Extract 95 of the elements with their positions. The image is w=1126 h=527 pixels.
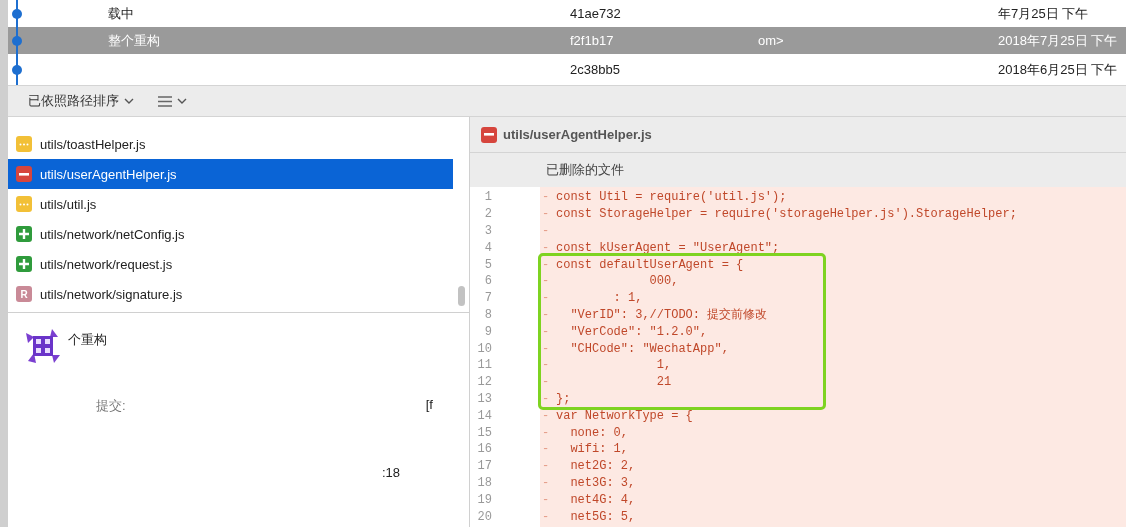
removed-line-marker: -: [542, 274, 551, 289]
renamed-file-icon: R: [16, 286, 32, 302]
commit-date: 2018年6月25日 下午: [998, 61, 1118, 77]
code-line: : 1,: [612, 291, 643, 306]
code-line: net5G: 5,: [569, 509, 636, 524]
removed-line-marker: -: [542, 207, 551, 222]
chevron-down-icon: [124, 97, 134, 105]
code-line: const Util = require('util.js');: [556, 190, 787, 205]
commit-label: 提交:: [96, 397, 126, 415]
line-number: 6: [483, 274, 492, 289]
removed-line-marker: -: [542, 391, 551, 406]
removed-line-marker: -: [542, 324, 551, 339]
list-icon: [158, 95, 172, 107]
code-line: var NetworkType = {: [556, 408, 693, 423]
commit-hash: f2f1b17: [570, 33, 614, 48]
list-view-dropdown[interactable]: [156, 93, 189, 109]
line-number: 8: [483, 307, 492, 322]
line-number: 9: [483, 324, 492, 339]
removed-line-marker: -: [542, 459, 551, 474]
code-line: net2G: 2,: [569, 459, 636, 474]
removed-line-marker: -: [542, 190, 551, 205]
line-number: 10: [476, 341, 492, 356]
commit-row[interactable]: 载中 41ae732 年7月25日 下午: [8, 0, 1126, 27]
line-number: 20: [476, 509, 492, 524]
commit-message: 整个重构: [108, 32, 160, 48]
removed-line-marker: -: [542, 257, 551, 272]
removed-line-marker: -: [542, 291, 551, 306]
file-list-item[interactable]: utils/network/netConfig.js: [8, 219, 453, 249]
removed-line-marker: -: [542, 509, 551, 524]
modified-file-icon: [16, 196, 32, 212]
diff-file-name: utils/userAgentHelper.js: [503, 127, 652, 142]
code-line: "CHCode": "WechatApp",: [569, 341, 729, 356]
commit-time: :18: [382, 465, 401, 480]
line-number: 15: [476, 425, 492, 440]
commit-date: 年7月25日 下午: [998, 5, 1089, 21]
code-line: "VerID": 3,//TODO: 提交前修改: [569, 307, 768, 324]
code-line: none: 0,: [569, 425, 628, 440]
commit-message: 载中: [108, 5, 134, 21]
commit-author: om>: [758, 33, 784, 48]
removed-line-marker: -: [542, 358, 551, 373]
code-line: net3G: 3,: [569, 475, 636, 490]
file-list-item[interactable]: R utils/network/signature.js: [8, 279, 453, 309]
code-line: const StorageHelper = require('storageHelper.js').StorageHelper;: [556, 207, 1017, 222]
removed-line-marker: -: [542, 408, 551, 423]
added-file-icon: [16, 226, 32, 242]
removed-line-marker: -: [542, 492, 551, 507]
removed-file-icon: [481, 126, 497, 143]
line-number: 3: [483, 224, 492, 238]
removed-line-marker: -: [542, 224, 551, 238]
removed-line-marker: -: [542, 375, 551, 390]
removed-line-marker: -: [542, 307, 551, 322]
line-number: 12: [476, 375, 492, 390]
commit-row[interactable]: 2c38bb5 2018年6月25日 下午: [8, 54, 1126, 85]
removed-line-marker: -: [542, 240, 551, 255]
code-line: 21: [655, 375, 672, 390]
added-file-icon: [16, 256, 32, 272]
code-line: net4G: 4,: [569, 492, 636, 507]
code-line: const defaultUserAgent = {: [556, 257, 744, 272]
scrollbar[interactable]: [458, 286, 465, 306]
removed-line-marker: -: [542, 341, 551, 356]
code-line: "VerCode": "1.2.0",: [569, 324, 708, 339]
code-line: wifi: 1,: [569, 442, 628, 457]
removed-line-marker: -: [542, 475, 551, 490]
removed-line-marker: -: [542, 425, 551, 440]
file-list-item[interactable]: utils/util.js: [8, 189, 453, 219]
line-number: 7: [483, 291, 492, 306]
line-number: 5: [483, 257, 492, 272]
commit-message: 个重构: [68, 331, 107, 349]
line-number: 19: [476, 492, 492, 507]
line-number: 18: [476, 475, 492, 490]
file-list-item[interactable]: utils/toastHelper.js: [8, 129, 453, 159]
line-number: 13: [476, 391, 492, 406]
modified-file-icon: [16, 136, 32, 152]
commit-hash: 41ae732: [570, 6, 621, 21]
line-number: 17: [476, 459, 492, 474]
file-list-item[interactable]: utils/network/request.js: [8, 249, 453, 279]
file-list-item[interactable]: utils/userAgentHelper.js: [8, 159, 453, 189]
line-number: 11: [476, 358, 492, 373]
chevron-down-icon: [177, 97, 187, 105]
line-number: 14: [476, 408, 492, 423]
removed-line-marker: -: [542, 442, 551, 457]
code-line: };: [556, 391, 571, 406]
code-line: const kUserAgent = "UserAgent";: [556, 240, 780, 255]
code-line: 1,: [655, 358, 672, 373]
commit-date: 2018年7月25日 下午: [998, 32, 1118, 48]
diff-subtitle: 已删除的文件: [546, 161, 624, 179]
line-number: 16: [476, 442, 492, 457]
line-number: 2: [483, 207, 492, 222]
code-line: 000,: [648, 274, 679, 289]
line-number: 4: [483, 240, 492, 255]
line-number: 1: [483, 190, 492, 205]
commit-id: [f: [425, 397, 433, 414]
sort-dropdown[interactable]: 已依照路径排序: [26, 90, 136, 112]
commit-hash: 2c38bb5: [570, 62, 620, 77]
removed-file-icon: [16, 166, 32, 182]
